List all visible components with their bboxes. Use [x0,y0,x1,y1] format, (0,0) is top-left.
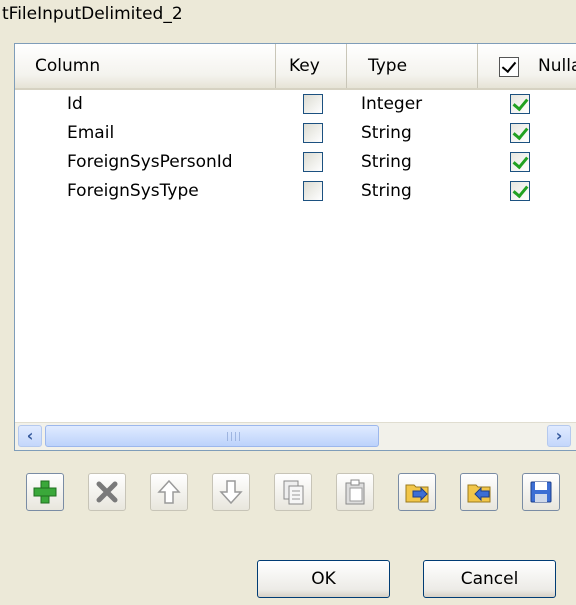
column-name-cell[interactable]: Email [67,119,114,148]
scrollbar-thumb[interactable]: |||| [45,425,379,447]
type-cell[interactable]: String [361,148,412,177]
column-name-cell[interactable]: ForeignSysType [67,177,199,206]
dialog-title: tFileInputDelimited_2 [2,4,183,24]
type-cell[interactable]: String [361,119,412,148]
move-down-button[interactable] [212,473,250,511]
copy-button[interactable] [274,473,312,511]
table-header: Column Key Type Nulla [15,44,576,90]
import-schema-button[interactable] [398,473,436,511]
table-row[interactable]: ForeignSysType String [15,177,576,206]
cancel-button[interactable]: Cancel [423,560,556,598]
add-button[interactable] [26,473,64,511]
schema-toolbar [26,473,576,513]
type-cell[interactable]: Integer [361,90,422,119]
paste-icon [345,479,365,505]
table-row[interactable]: Email String [15,119,576,148]
nullable-checkbox[interactable] [510,94,530,114]
export-icon [467,484,491,503]
grip-icon: |||| [226,432,243,442]
copy-icon [283,480,304,505]
column-name-cell[interactable]: ForeignSysPersonId [67,148,233,177]
remove-icon [96,481,118,503]
nullable-checkbox[interactable] [510,181,530,201]
save-icon [530,481,552,503]
nullable-select-all-checkbox[interactable] [499,57,519,77]
key-checkbox[interactable] [303,94,323,114]
add-icon [33,480,57,504]
column-name-cell[interactable]: Id [67,90,83,119]
nullable-header[interactable]: Nulla [478,44,576,88]
key-checkbox[interactable] [303,152,323,172]
import-icon [405,484,429,503]
column-header[interactable]: Column [15,44,276,88]
move-up-icon [157,479,181,504]
type-cell[interactable]: String [361,177,412,206]
paste-button[interactable] [336,473,374,511]
key-checkbox[interactable] [303,181,323,201]
type-header[interactable]: Type [347,44,478,88]
move-down-icon [219,480,243,505]
key-checkbox[interactable] [303,123,323,143]
nullable-checkbox[interactable] [510,152,530,172]
export-schema-button[interactable] [460,473,498,511]
move-up-button[interactable] [150,473,188,511]
ok-button[interactable]: OK [257,560,390,598]
nullable-checkbox[interactable] [510,123,530,143]
key-header[interactable]: Key [276,44,347,88]
horizontal-scrollbar[interactable]: ‹ |||| › [15,422,576,450]
save-schema-button[interactable] [522,473,560,511]
table-row[interactable]: ForeignSysPersonId String [15,148,576,177]
remove-button[interactable] [88,473,126,511]
schema-table: Column Key Type Nulla Id Integer Email S… [14,43,576,451]
table-row[interactable]: Id Integer [15,90,576,119]
scroll-right-button[interactable]: › [547,425,571,447]
scroll-left-button[interactable]: ‹ [18,425,42,447]
